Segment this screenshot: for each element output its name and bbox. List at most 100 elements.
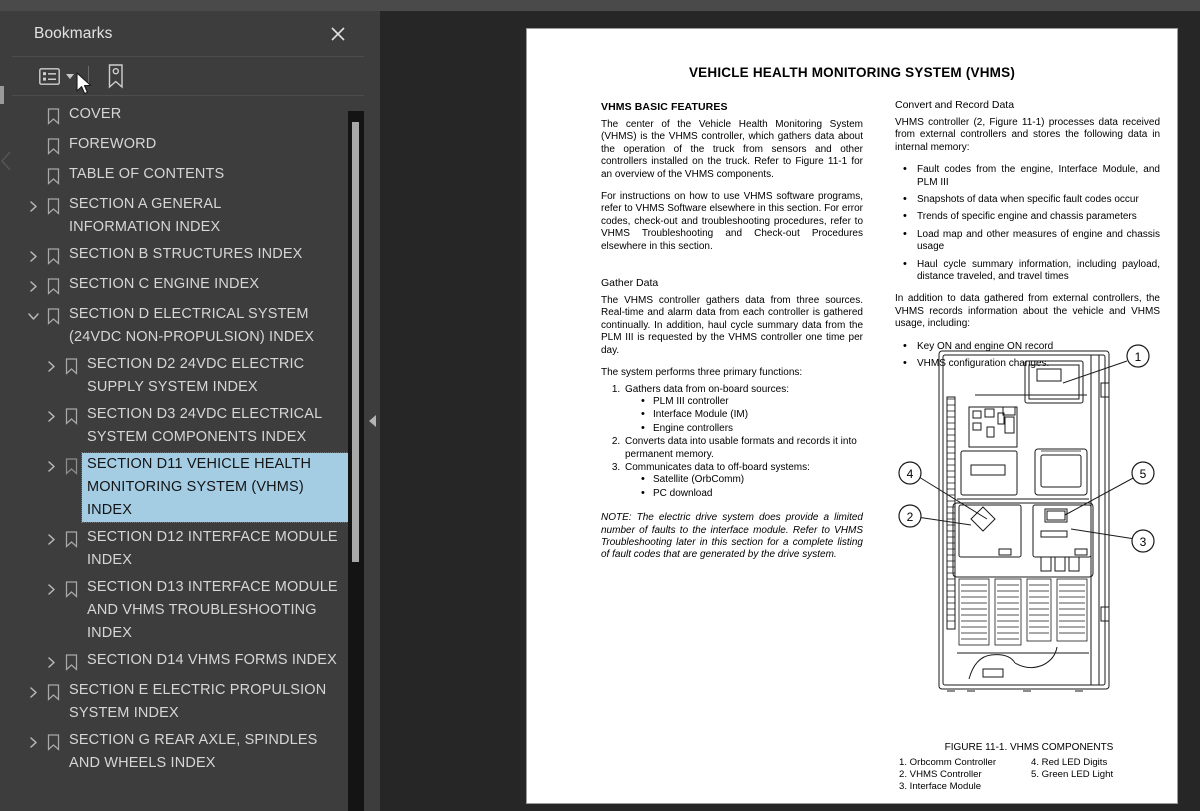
bookmarks-tree-scroll-area[interactable]: COVER FOREWORD TABLE OF CONTENTS SECTION A …: [12, 95, 364, 811]
new-bookmark-button[interactable]: [101, 63, 129, 89]
bookmark-twisty[interactable]: [42, 454, 60, 478]
figure-legend-entry: 3. Interface Module: [899, 780, 982, 792]
bookmark-icon-wrap: [42, 134, 64, 158]
document-viewer[interactable]: VEHICLE HEALTH MONITORING SYSTEM (VHMS) …: [380, 11, 1200, 811]
figure-callout-4: 4: [907, 467, 914, 481]
bookmark-twisty[interactable]: [42, 527, 60, 551]
list-options-button[interactable]: [37, 63, 76, 89]
bookmark-item[interactable]: SECTION D2 24VDC ELECTRIC SUPPLY SYSTEM …: [12, 351, 348, 401]
bookmark-twisty[interactable]: [42, 404, 60, 428]
chevron-right-icon[interactable]: [28, 200, 39, 212]
document-page: VEHICLE HEALTH MONITORING SYSTEM (VHMS) …: [526, 28, 1178, 804]
bookmark-icon: [47, 683, 59, 701]
bookmark-icon: [65, 357, 77, 375]
list-item: Haul cycle summary information, includin…: [903, 258, 1160, 284]
bookmark-icon-wrap: [42, 104, 64, 128]
window-top-strip: [0, 0, 1200, 11]
rail-notch-icon: [1, 152, 11, 170]
bookmark-item-label: SECTION A GENERAL INFORMATION INDEX: [69, 196, 221, 235]
bookmark-item-label: SECTION D2 24VDC ELECTRIC SUPPLY SYSTEM …: [87, 356, 305, 395]
collapse-panel-handle[interactable]: [366, 403, 378, 439]
bookmark-item-label: COVER: [69, 106, 122, 122]
figure-callout-5: 5: [1140, 467, 1147, 481]
rail-tab-indicator[interactable]: [0, 86, 4, 104]
bookmark-twisty[interactable]: [42, 577, 60, 601]
bookmark-item[interactable]: SECTION B STRUCTURES INDEX: [12, 241, 348, 271]
bookmark-item-label: SECTION D ELECTRICAL SYSTEM (24VDC NON-P…: [69, 306, 315, 345]
paragraph-gathers-data: The VHMS controller gathers data from th…: [601, 295, 863, 356]
bookmarks-scrollbar[interactable]: [348, 111, 364, 811]
bookmark-icon-wrap: [42, 164, 64, 188]
list-item: Engine controllers: [641, 422, 863, 435]
bookmark-twisty[interactable]: [24, 194, 42, 218]
bookmarks-panel: Bookmarks COVER FOREWORD TABLE OF CONTEN…: [12, 11, 364, 811]
bookmark-icon: [65, 653, 77, 671]
figure-legend-entry: [1031, 781, 1167, 793]
list-options-icon: [39, 67, 60, 85]
bookmarks-tree: COVER FOREWORD TABLE OF CONTENTS SECTION A …: [12, 95, 349, 777]
bookmark-twisty[interactable]: [24, 680, 42, 704]
bookmark-item[interactable]: SECTION D13 INTERFACE MODULE AND VHMS TR…: [12, 574, 348, 647]
bookmark-twisty[interactable]: [24, 274, 42, 298]
bookmark-item[interactable]: COVER: [12, 101, 348, 131]
bookmark-item[interactable]: SECTION A GENERAL INFORMATION INDEX: [12, 191, 348, 241]
bookmark-twisty[interactable]: [42, 354, 60, 378]
bookmark-item-label: SECTION B STRUCTURES INDEX: [69, 246, 303, 262]
bookmark-twisty[interactable]: [24, 244, 42, 268]
bookmark-item[interactable]: SECTION E ELECTRIC PROPULSION SYSTEM IND…: [12, 677, 348, 727]
bookmark-twisty[interactable]: [24, 730, 42, 754]
chevron-right-icon[interactable]: [28, 736, 39, 748]
bookmark-icon: [47, 167, 59, 185]
bookmark-item[interactable]: SECTION D11 VEHICLE HEALTH MONITORING SY…: [12, 451, 349, 524]
bookmark-item-label: SECTION D14 VHMS FORMS INDEX: [87, 652, 337, 668]
bookmark-item[interactable]: SECTION D ELECTRICAL SYSTEM (24VDC NON-P…: [12, 301, 348, 351]
bookmark-item[interactable]: SECTION D12 INTERFACE MODULE INDEX: [12, 524, 348, 574]
bookmark-twisty[interactable]: [42, 650, 60, 674]
close-panel-button[interactable]: [318, 14, 358, 54]
chevron-right-icon[interactable]: [46, 533, 57, 545]
bookmark-icon-wrap: [42, 274, 64, 298]
bookmark-item-label: FOREWORD: [69, 136, 157, 152]
document-right-column: Convert and Record Data VHMS controller …: [895, 99, 1160, 376]
figure-vhms-components: 1 2 3 4 5: [895, 339, 1163, 739]
chevron-down-icon[interactable]: [27, 311, 39, 322]
list-item-text: Communicates data to off-board systems:: [625, 461, 810, 473]
chevron-right-icon[interactable]: [46, 583, 57, 595]
list-item: PLM III controller: [641, 395, 863, 408]
figure-legend-entry: 1. Orbcomm Controller: [899, 757, 997, 768]
bookmark-item[interactable]: SECTION D3 24VDC ELECTRICAL SYSTEM COMPO…: [12, 401, 348, 451]
figure-legend-entry: 4. Red LED Digits: [1031, 757, 1108, 768]
chevron-right-icon[interactable]: [28, 686, 39, 698]
paragraph-in-addition: In addition to data gathered from extern…: [895, 293, 1160, 330]
internal-memory-bullet-list: Fault codes from the engine, Interface M…: [895, 163, 1160, 284]
list-item: Satellite (OrbComm): [641, 473, 863, 486]
chevron-down-icon: [66, 73, 74, 79]
bookmark-item[interactable]: FOREWORD: [12, 131, 348, 161]
bookmark-item[interactable]: TABLE OF CONTENTS: [12, 161, 348, 191]
chevron-right-icon[interactable]: [28, 250, 39, 262]
bookmark-icon: [47, 733, 59, 751]
chevron-right-icon[interactable]: [46, 410, 57, 422]
sub-bullet-list-offboard: Satellite (OrbComm)PC download: [625, 473, 863, 500]
bookmark-item-label: TABLE OF CONTENTS: [69, 166, 225, 182]
bookmark-twisty[interactable]: [24, 304, 42, 328]
paragraph-center-of-vhms: The center of the Vehicle Health Monitor…: [601, 119, 863, 180]
bookmark-icon: [65, 407, 77, 425]
chevron-right-icon[interactable]: [46, 656, 57, 668]
bookmark-item[interactable]: SECTION G REAR AXLE, SPINDLES AND WHEELS…: [12, 727, 348, 777]
note-paragraph: NOTE: The electric drive system does pro…: [601, 512, 863, 561]
vhms-cabinet-diagram: 1 2 3 4 5: [898, 344, 1155, 692]
chevron-right-icon[interactable]: [46, 460, 57, 472]
bookmarks-scrollbar-thumb[interactable]: [352, 122, 359, 562]
panel-splitter[interactable]: [364, 11, 381, 811]
bookmark-icon-wrap: [60, 650, 82, 674]
bookmark-item[interactable]: SECTION C ENGINE INDEX: [12, 271, 348, 301]
application-window: Bookmarks COVER FOREWORD TABLE OF CONTEN…: [0, 0, 1200, 811]
section-heading-basic-features: VHMS BASIC FEATURES: [601, 101, 728, 113]
chevron-right-icon[interactable]: [28, 280, 39, 292]
new-bookmark-icon: [108, 64, 123, 89]
bookmark-icon-wrap: [42, 194, 64, 218]
bookmark-item[interactable]: SECTION D14 VHMS FORMS INDEX: [12, 647, 348, 677]
bookmark-icon-wrap: [42, 730, 64, 754]
chevron-right-icon[interactable]: [46, 360, 57, 372]
